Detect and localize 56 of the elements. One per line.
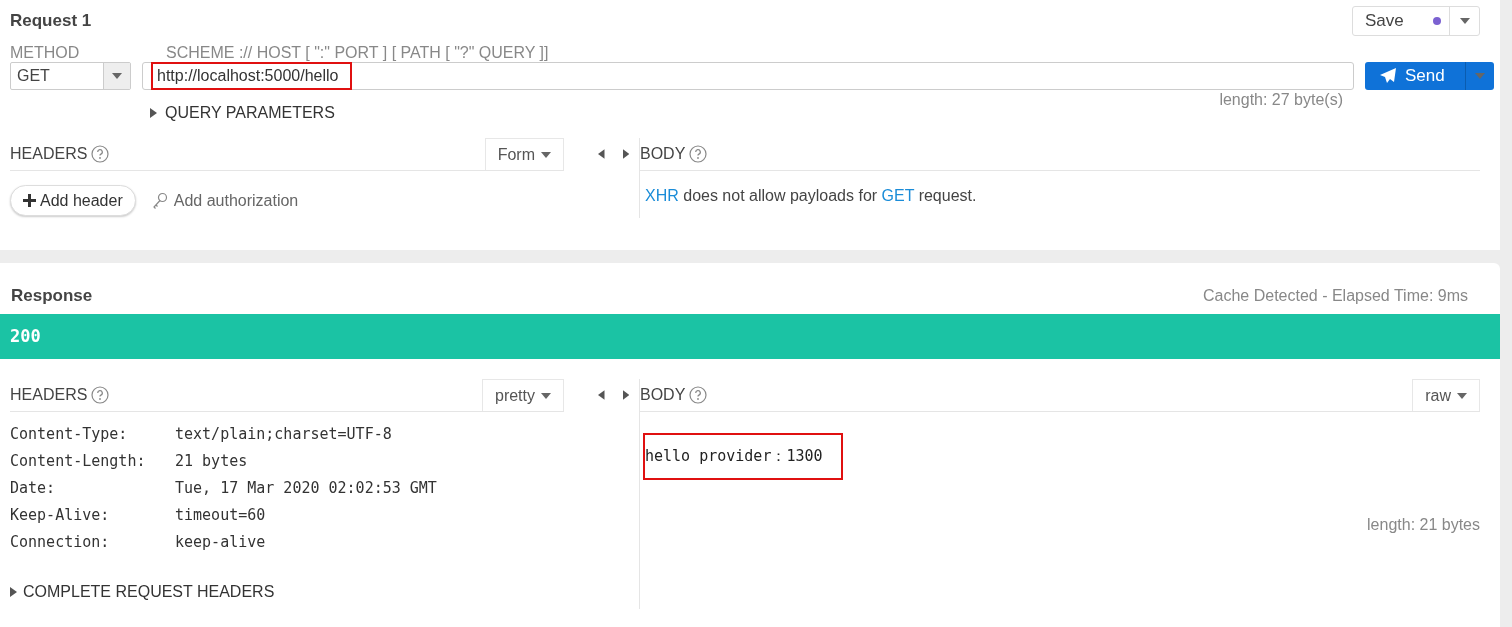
link[interactable]: XHR (645, 187, 679, 204)
unsaved-dot (1433, 17, 1441, 25)
expand-icon[interactable] (150, 108, 157, 118)
caret-icon (541, 151, 551, 158)
body-length: length: 21 bytes (1366, 516, 1480, 534)
request-title: Request 1 (10, 11, 92, 31)
body-label: BODY (640, 386, 686, 404)
complete-request-headers-toggle[interactable]: COMPLETE REQUEST HEADERS (10, 583, 564, 601)
method-label: METHOD (10, 44, 81, 62)
headers-format-dropdown[interactable]: pretty (482, 379, 564, 411)
expand-icon[interactable] (10, 587, 17, 597)
elapsed-time: Cache Detected - Elapsed Time: 9ms (1203, 287, 1468, 305)
method-select[interactable]: GET (10, 62, 131, 90)
url-length: length: 27 byte(s) (1219, 91, 1343, 109)
url-field[interactable]: http://localhost:5000/hello (142, 62, 1354, 90)
help-icon[interactable] (91, 386, 110, 404)
header-name: Keep-Alive: (10, 506, 111, 524)
key-icon (151, 191, 168, 210)
caret-icon (1474, 73, 1485, 79)
add-header-button[interactable]: Add header (10, 185, 136, 216)
collapse-icon[interactable] (598, 149, 605, 159)
header-name: Date: (10, 479, 57, 497)
header-value: Tue, 17 Mar 2020 02:02:53 GMT (175, 479, 438, 497)
body-label: BODY (640, 145, 686, 163)
url-format-hint: SCHEME :// HOST [ ":" PORT ] [ PATH [ "?" QUERY ]] (165, 44, 550, 62)
header-value: timeout=60 (175, 506, 267, 524)
headers-label: HEADERS (10, 145, 88, 163)
collapse-icon[interactable] (598, 390, 605, 400)
header-name: Content-Type: (10, 425, 129, 443)
query-parameters-toggle[interactable]: QUERY PARAMETERS (150, 104, 335, 122)
payload-message: XHR does not allow payloads for GET request. (645, 187, 978, 205)
header-value: 21 bytes (175, 452, 249, 470)
help-icon[interactable] (91, 145, 110, 163)
add-authorization-link[interactable]: Add authorization (151, 191, 299, 210)
headers-label: HEADERS (10, 386, 88, 404)
paper-plane-icon (1379, 67, 1397, 85)
caret-icon (1459, 18, 1470, 24)
help-icon[interactable] (689, 386, 708, 404)
plus-icon (23, 194, 36, 207)
header-value: text/plain;charset=UTF-8 (175, 425, 393, 443)
header-value: keep-alive (175, 533, 267, 551)
headers-mode-dropdown[interactable]: Form (484, 138, 564, 170)
caret-icon (541, 392, 551, 399)
response-title: Response (11, 286, 93, 306)
header-name: Content-Length: (10, 452, 147, 470)
response-body-text: hello provider：1300 (645, 435, 841, 478)
link[interactable]: GET (881, 187, 915, 204)
help-icon[interactable] (689, 145, 708, 163)
save-button[interactable]: Save (1353, 7, 1449, 35)
expand-icon[interactable] (622, 149, 629, 159)
header-name: Connection: (10, 533, 111, 551)
caret-icon (1457, 392, 1467, 399)
caret-icon (112, 73, 122, 79)
expand-icon[interactable] (622, 390, 629, 400)
body-format-dropdown[interactable]: raw (1412, 379, 1480, 411)
status-bar: 200 (0, 314, 1500, 359)
